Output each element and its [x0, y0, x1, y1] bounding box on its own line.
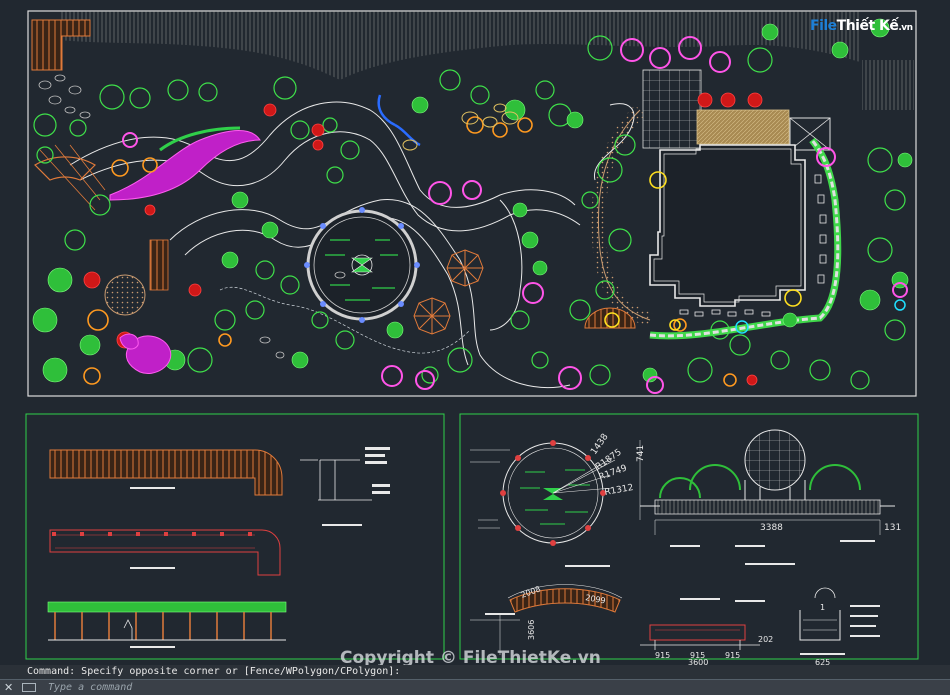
dimension-label: 1438 — [589, 432, 610, 457]
close-icon[interactable]: ✕ — [4, 681, 13, 694]
command-bar: ✕ — [0, 679, 950, 695]
drawing-viewport[interactable]: 1438 R1875 R1749 R1312 741 3388 131 2008… — [0, 0, 950, 667]
building-footprint — [649, 144, 806, 307]
dimension-label: 915 — [655, 651, 670, 660]
dimension-label: 3600 — [688, 658, 708, 665]
boundary-hatch — [60, 11, 860, 80]
command-customize-icon[interactable] — [22, 683, 36, 692]
dimension-label: 1 — [820, 603, 825, 612]
dimension-label: 3388 — [760, 523, 783, 533]
dimension-label: 3606 — [527, 620, 536, 640]
command-history: Command: Specify opposite corner or [Fen… — [0, 665, 950, 679]
logo-part2: Thiết Kế — [836, 18, 899, 34]
logo-suffix: .vn — [898, 23, 913, 33]
filethietke-logo: FileThiết Kế.vn — [810, 14, 916, 42]
flower-bed-magenta — [109, 130, 261, 201]
paving-grid — [642, 69, 702, 149]
dimension-label: 915 — [725, 651, 740, 660]
dimension-label: 625 — [815, 658, 830, 665]
cad-drawing-canvas: 1438 R1875 R1749 R1312 741 3388 131 2008… — [25, 10, 919, 667]
command-input[interactable] — [48, 680, 928, 695]
dimension-label: R1312 — [604, 483, 634, 498]
dimension-label: 131 — [884, 523, 901, 533]
dimension-label: 202 — [758, 635, 773, 644]
logo-part1: File — [810, 18, 837, 34]
dimension-label: 741 — [636, 445, 646, 462]
pergola-top-left — [31, 19, 91, 71]
